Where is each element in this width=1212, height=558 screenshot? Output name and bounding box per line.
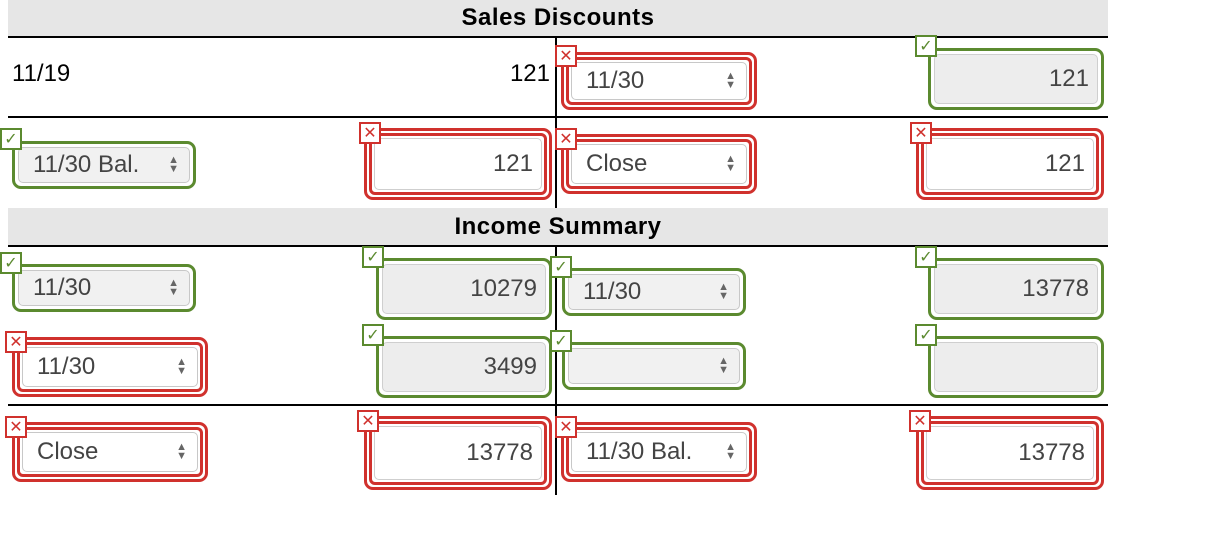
row-rule — [8, 404, 1108, 406]
sales-discounts-title: Sales Discounts — [8, 0, 1108, 36]
debit-amount-input[interactable]: 10279 — [382, 264, 546, 314]
debit-amount-input[interactable]: 13778 — [374, 426, 542, 480]
debit-amount-input[interactable]: 121 — [374, 138, 542, 190]
incorrect-icon: ✕ — [909, 410, 931, 432]
credit-amount-input-frame: 13778 — [916, 416, 1104, 490]
credit-date-select-frame: 11/30 ▲ ▼ — [561, 52, 757, 110]
incorrect-icon: ✕ — [357, 410, 379, 432]
credit-amount-input[interactable]: 13778 — [934, 264, 1098, 314]
incorrect-icon: ✕ — [555, 45, 577, 67]
select-value: Close — [37, 438, 99, 465]
select-value: 11/30 Bal. — [586, 438, 693, 465]
credit-amount-input-frame: 13778 — [928, 258, 1104, 320]
select-arrows-icon: ▲ ▼ — [718, 355, 729, 376]
correct-icon: ✓ — [915, 324, 937, 346]
select-arrows-icon: ▲ ▼ — [725, 70, 736, 91]
select-value: Close — [586, 150, 648, 177]
t-account-center-rule — [555, 245, 557, 495]
debit-date-select[interactable]: 11/30 Bal. ▲ ▼ — [18, 147, 190, 183]
correct-icon: ✓ — [550, 256, 572, 278]
debit-date-select-frame: Close ▲ ▼ — [12, 422, 208, 482]
credit-amount-input[interactable]: 121 — [926, 138, 1094, 190]
row-rule — [8, 116, 1108, 118]
select-value: 11/30 — [586, 67, 645, 94]
select-value: 11/30 — [33, 274, 92, 301]
credit-date-select[interactable]: Close ▲ ▼ — [571, 144, 747, 184]
debit-date-select[interactable]: Close ▲ ▼ — [22, 432, 198, 472]
select-arrows-icon: ▲ ▼ — [168, 154, 179, 175]
select-value: 11/30 — [37, 353, 96, 380]
correct-icon: ✓ — [915, 35, 937, 57]
credit-amount-input-frame: 121 — [916, 128, 1104, 200]
t-account-top-rule — [8, 245, 1108, 247]
select-value: 11/30 — [583, 278, 642, 305]
debit-amount-text: 121 — [509, 60, 550, 87]
select-arrows-icon: ▲ ▼ — [168, 277, 179, 298]
t-account-top-rule — [8, 36, 1108, 38]
debit-amount-input-frame: 13778 — [364, 416, 552, 490]
incorrect-icon: ✕ — [5, 416, 27, 438]
correct-icon: ✓ — [362, 324, 384, 346]
correct-icon: ✓ — [362, 246, 384, 268]
credit-date-select[interactable]: 11/30 ▲ ▼ — [571, 62, 747, 100]
incorrect-icon: ✕ — [910, 122, 932, 144]
credit-date-select[interactable]: 11/30 ▲ ▼ — [568, 274, 740, 310]
debit-amount-input-frame: 121 — [364, 128, 552, 200]
debit-amount-input-frame: 10279 — [376, 258, 552, 320]
debit-date-select[interactable]: 11/30 ▲ ▼ — [18, 270, 190, 306]
credit-amount-input-frame — [928, 336, 1104, 398]
credit-date-select[interactable]: 11/30 Bal. ▲ ▼ — [571, 432, 747, 472]
select-arrows-icon: ▲ ▼ — [176, 441, 187, 462]
incorrect-icon: ✕ — [5, 331, 27, 353]
debit-date-select-frame: 11/30 ▲ ▼ — [12, 264, 196, 312]
credit-amount-input[interactable] — [934, 342, 1098, 392]
select-arrows-icon: ▲ ▼ — [718, 281, 729, 302]
credit-date-select-frame: 11/30 Bal. ▲ ▼ — [561, 422, 757, 482]
debit-date-select-frame: 11/30 Bal. ▲ ▼ — [12, 141, 196, 189]
select-arrows-icon: ▲ ▼ — [176, 356, 187, 377]
credit-date-select-frame: 11/30 ▲ ▼ — [562, 268, 746, 316]
select-value: 11/30 Bal. — [33, 151, 140, 178]
income-summary-title: Income Summary — [8, 208, 1108, 246]
incorrect-icon: ✕ — [359, 122, 381, 144]
debit-date-select-frame: 11/30 ▲ ▼ — [12, 337, 208, 397]
credit-date-select[interactable]: ▲ ▼ — [568, 348, 740, 384]
debit-date-text: 11/19 — [12, 60, 71, 87]
select-arrows-icon: ▲ ▼ — [725, 153, 736, 174]
correct-icon: ✓ — [915, 246, 937, 268]
credit-date-select-frame: Close ▲ ▼ — [561, 134, 757, 194]
incorrect-icon: ✕ — [555, 128, 577, 150]
debit-date-select[interactable]: 11/30 ▲ ▼ — [22, 347, 198, 387]
credit-amount-input[interactable]: 13778 — [926, 426, 1094, 480]
correct-icon: ✓ — [0, 252, 22, 274]
credit-amount-input-frame: 121 — [928, 48, 1104, 110]
select-arrows-icon: ▲ ▼ — [725, 441, 736, 462]
debit-amount-input[interactable]: 3499 — [382, 342, 546, 392]
correct-icon: ✓ — [550, 330, 572, 352]
credit-date-select-frame: ▲ ▼ — [562, 342, 746, 390]
debit-amount-input-frame: 3499 — [376, 336, 552, 398]
credit-amount-input[interactable]: 121 — [934, 54, 1098, 104]
correct-icon: ✓ — [0, 128, 22, 150]
incorrect-icon: ✕ — [555, 416, 577, 438]
